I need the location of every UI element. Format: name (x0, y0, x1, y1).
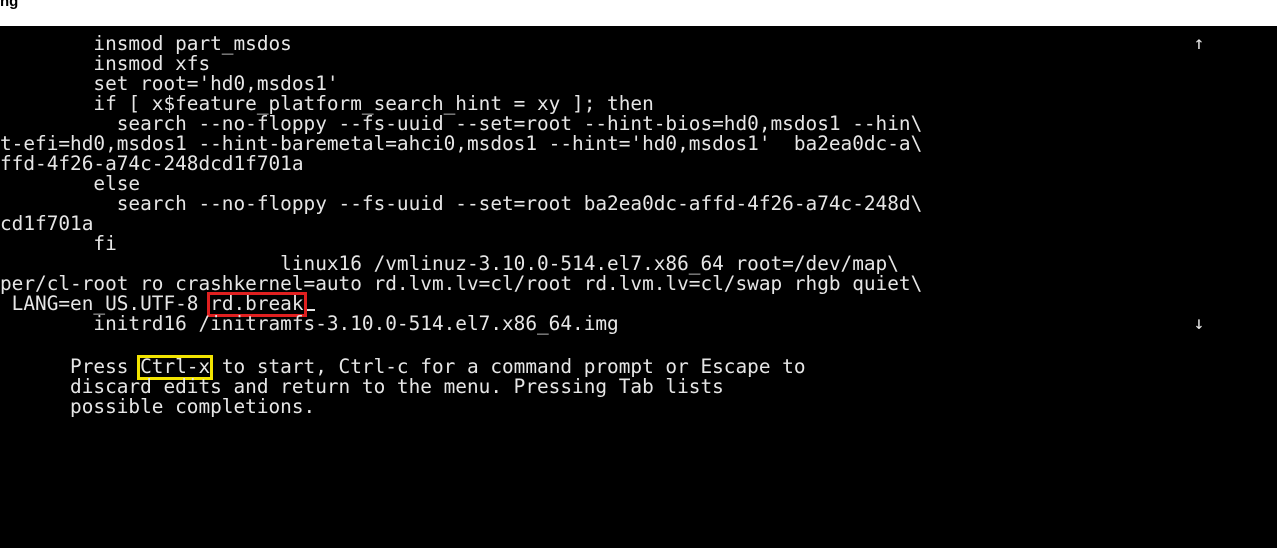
scroll-down-arrow-icon: ↓ (1193, 313, 1205, 334)
config-line-12[interactable]: linux16 /vmlinuz-3.10.0-514.el7.x86_64 r… (0, 254, 899, 274)
help-line-2: discard edits and return to the menu. Pr… (0, 375, 724, 398)
rd-break-highlight: rd.break (207, 292, 307, 317)
config-line-9[interactable]: search --no-floppy --fs-uuid --set=root … (0, 194, 923, 214)
page-heading-text: ng (0, 0, 19, 10)
config-line-10[interactable]: cd1f701a (0, 214, 93, 234)
config-line-4[interactable]: if [ x$feature_platform_search_hint = xy… (0, 94, 653, 114)
config-line-2[interactable]: insmod xfs (0, 54, 210, 74)
config-line-14[interactable]: LANG=en_US.UTF-8 rd.break (0, 292, 315, 317)
help-line-1: Press Ctrl-x to start, Ctrl-c for a comm… (0, 355, 806, 380)
config-line-initrd[interactable]: initrd16 /initramfs-3.10.0-514.el7.x86_6… (0, 314, 618, 334)
config-line-6[interactable]: t-efi=hd0,msdos1 --hint-baremetal=ahci0,… (0, 134, 922, 154)
config-line-1[interactable]: insmod part_msdos (0, 34, 291, 54)
config-line-13[interactable]: per/cl-root ro crashkernel=auto rd.lvm.l… (0, 274, 922, 294)
config-line-8[interactable]: else (0, 174, 140, 194)
config-line-7[interactable]: ffd-4f26-a74c-248dcd1f701a (0, 154, 304, 174)
page-heading: ng (0, 0, 1277, 26)
scroll-up-arrow-icon: ↑ (1193, 33, 1205, 54)
grub-edit-screen[interactable]: insmod part_msdos insmod xfs set root='h… (0, 26, 1277, 548)
text-cursor (303, 309, 315, 311)
help-line-3: possible completions. (0, 395, 316, 418)
ctrl-x-highlight: Ctrl-x (137, 355, 214, 380)
config-line-5[interactable]: search --no-floppy --fs-uuid --set=root … (0, 114, 923, 134)
config-line-11[interactable]: fi (0, 234, 116, 254)
config-line-3[interactable]: set root='hd0,msdos1' (0, 74, 338, 94)
